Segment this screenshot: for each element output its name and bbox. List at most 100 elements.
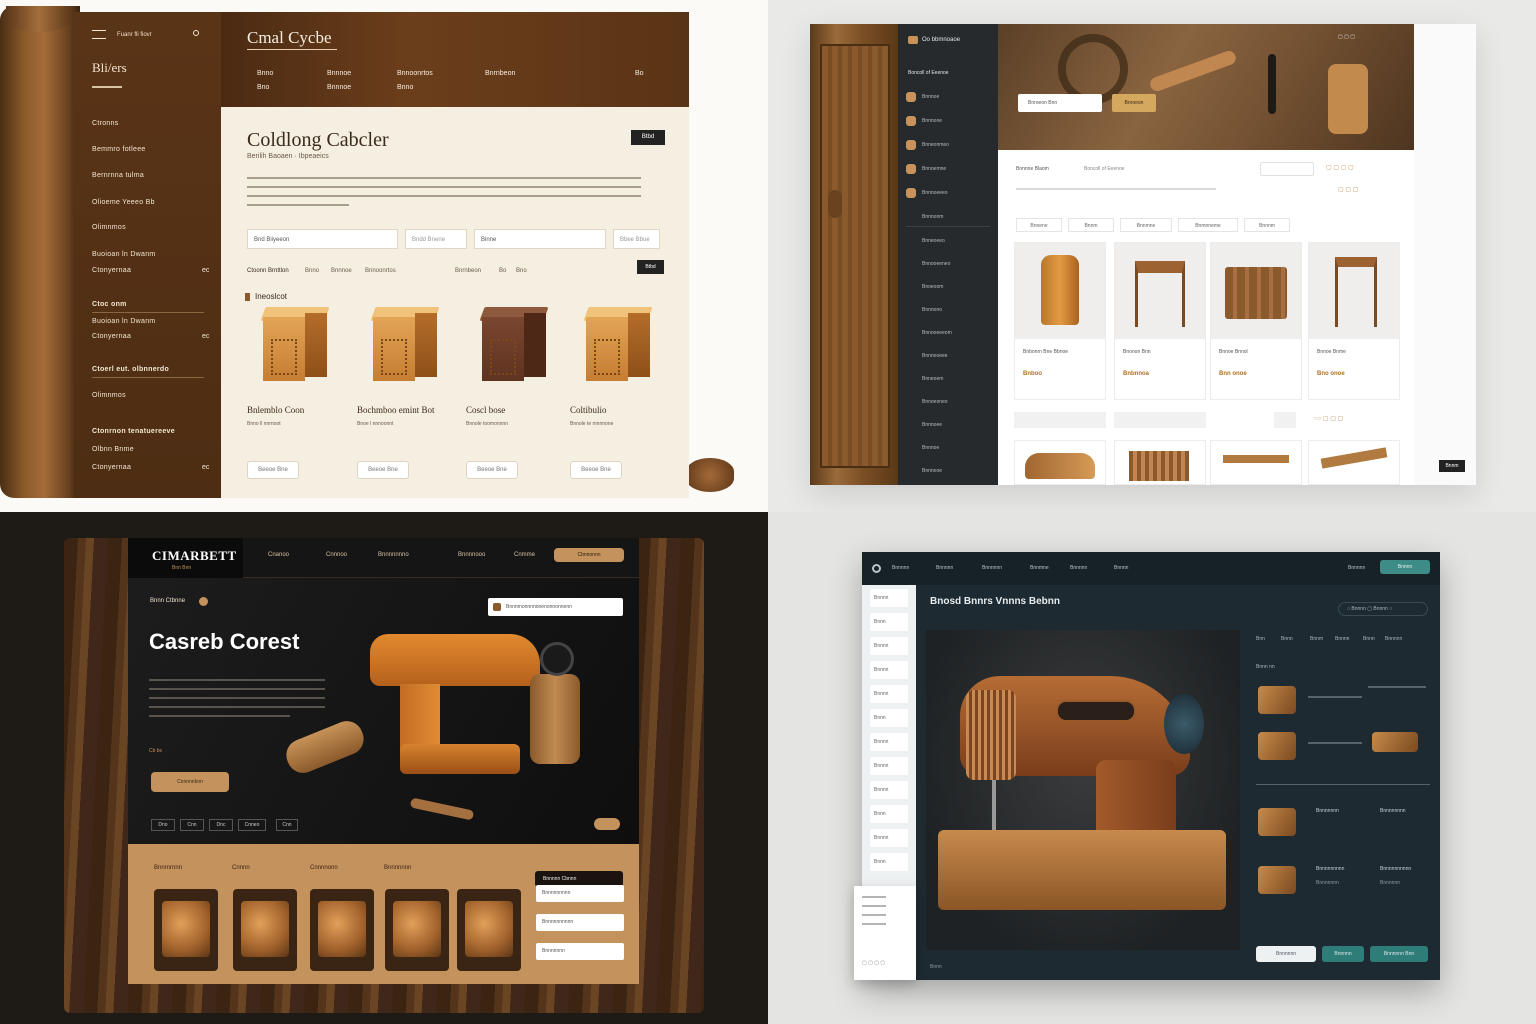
filter-pill[interactable] xyxy=(1274,412,1296,428)
filter-4[interactable]: Bo xyxy=(499,268,506,274)
brand-title[interactable]: Cmal Cycbe xyxy=(247,28,332,48)
product-name[interactable]: Coltibulio xyxy=(570,405,607,415)
header-nav-top[interactable]: Fuanr fli fiovr xyxy=(117,32,152,38)
tab-4[interactable]: Bnnnm xyxy=(1244,218,1290,232)
hero-toggle[interactable] xyxy=(594,818,620,830)
product-card[interactable]: Bnonon Bnn Bnbnnoa xyxy=(1114,242,1206,400)
filter-0[interactable]: Bnno xyxy=(305,268,319,274)
search-input[interactable] xyxy=(1260,162,1314,176)
side-item[interactable]: Bnnooeeneo xyxy=(922,261,950,267)
popout-icons[interactable]: ▢ ▢ ▢ ▢ xyxy=(862,960,885,966)
filter-1[interactable]: Bnnnoe xyxy=(331,268,352,274)
tab-2[interactable]: Bnnmne xyxy=(1120,218,1172,232)
hero-nav-icons[interactable]: ▢ ▢ ▢ xyxy=(1338,34,1355,40)
side-item[interactable]: Bnnoemne xyxy=(922,166,946,172)
action-button-1[interactable]: Bnnnnnn xyxy=(1256,946,1316,962)
toolbar-icons[interactable]: ▢ ▢ ▢ ▢ xyxy=(1326,164,1354,171)
side-item-3[interactable]: Bnnnn xyxy=(870,661,908,679)
sidebar-item-3[interactable]: Olioeme Yeeeo Bb xyxy=(92,199,155,206)
nav-item-0[interactable]: Bnnnnn xyxy=(892,565,909,571)
product-card[interactable]: Bochmboo emint Bot Bnoe l nnnoonnt Beeoe… xyxy=(357,307,457,479)
side-item[interactable]: Bnoeoom xyxy=(922,284,943,290)
side-item[interactable]: Bnnnooe xyxy=(922,118,942,124)
side-icon[interactable] xyxy=(906,188,916,198)
field-1[interactable]: Bnnnnnnnnnn xyxy=(536,914,624,931)
side-item-1[interactable]: Bnnn xyxy=(870,613,908,631)
product-card[interactable] xyxy=(1308,440,1400,485)
item-name[interactable]: Bnnnnnnnnnn xyxy=(1380,866,1411,872)
hero-button-1[interactable]: Bnroeon Bnn xyxy=(1018,94,1102,112)
side-item[interactable]: Bnnnoee xyxy=(922,422,942,428)
section2-line-2[interactable]: Ctonyernaa xyxy=(92,333,131,340)
filter-pill[interactable] xyxy=(1014,412,1106,428)
sidebar-item-6[interactable]: Ctonyernaa xyxy=(92,267,131,274)
product-button[interactable]: Beeoe Bne xyxy=(247,461,299,479)
nav-item-3[interactable]: Bnnnnooo xyxy=(458,552,485,558)
side-icon[interactable] xyxy=(906,92,916,102)
nav-item-1[interactable]: Bnnnnn xyxy=(936,565,953,571)
tab-5[interactable]: Bnnnnn xyxy=(1385,636,1402,642)
side-icon[interactable] xyxy=(906,164,916,174)
product-card[interactable] xyxy=(1014,440,1106,485)
side-item-7[interactable]: Bnnnn xyxy=(870,757,908,775)
cta-button[interactable]: Btbd xyxy=(631,130,665,145)
side-item[interactable]: Bnnnoe xyxy=(922,445,939,451)
nav-item-2[interactable]: Bnnnnnnno xyxy=(378,552,409,558)
section3-line-1[interactable]: Olimnmos xyxy=(92,392,126,399)
product-card[interactable]: Coscl bose Bnnole toomonnnn Beeoe Bne xyxy=(466,307,566,479)
item-thumb[interactable] xyxy=(1258,732,1296,760)
product-tile[interactable] xyxy=(154,889,218,971)
item-thumb[interactable] xyxy=(1258,866,1296,894)
product-card[interactable]: Coltibulio Bnnole te mnnnone Beeoe Bne xyxy=(570,307,670,479)
nav-item-2[interactable]: Bnnoonrtos xyxy=(397,70,433,77)
nav-item-4[interactable]: Bnnnnn xyxy=(1070,565,1087,571)
nav-item-5[interactable]: Bnnnn xyxy=(1114,565,1128,571)
hamburger-icon[interactable] xyxy=(92,30,106,39)
filter-3[interactable]: Bnrnbeon xyxy=(455,268,481,274)
input-field-2[interactable]: Binne xyxy=(474,229,606,249)
tab-1[interactable]: Bnnn xyxy=(1281,636,1293,642)
mini-tab-1[interactable]: Cnn xyxy=(180,819,204,831)
side-item-10[interactable]: Bnnnn xyxy=(870,829,908,847)
nav-item-4[interactable]: Bo xyxy=(635,70,644,77)
tab-2[interactable]: Bnnm xyxy=(1310,636,1323,642)
hero-button[interactable]: Cnnnnnbnn xyxy=(151,772,229,792)
item-thumb[interactable] xyxy=(1372,732,1418,752)
sidebar-logo[interactable]: Bli/ers xyxy=(92,60,127,76)
hero-button-2[interactable]: Bnroeon xyxy=(1112,94,1156,112)
side-item-9[interactable]: Bnnn xyxy=(870,805,908,823)
product-card[interactable]: Bnnoe Bnnol Bnn onoe xyxy=(1210,242,1302,400)
nav-item-4[interactable]: Cnmme xyxy=(514,552,535,558)
sidebar-item-2[interactable]: Bernrnna tulma xyxy=(92,172,144,179)
side-item[interactable]: Bnnnooe xyxy=(922,468,942,474)
product-card[interactable] xyxy=(1114,440,1206,485)
action-button-2[interactable]: Bnnnnn xyxy=(1322,946,1364,962)
side-item-5[interactable]: Bnnn xyxy=(870,709,908,727)
tab-0[interactable]: Bnnene xyxy=(1016,218,1062,232)
side-item-2[interactable]: Bnnnn xyxy=(870,637,908,655)
search-box[interactable]: Bnnnmonnnnonenonnonnenn xyxy=(488,598,623,616)
mini-tab-0[interactable]: Dno xyxy=(151,819,175,831)
nav-item-5[interactable]: Bno xyxy=(257,84,269,91)
item-name[interactable]: Bnnnnnnn xyxy=(1316,808,1339,814)
side-icon[interactable] xyxy=(906,140,916,150)
sidebar-item-4[interactable]: Olimnmos xyxy=(92,224,126,231)
nav-item-3[interactable]: Bnnmne xyxy=(1030,565,1049,571)
side-item[interactable]: Bnneoeeo xyxy=(922,238,945,244)
mini-tab-2[interactable]: Dnc xyxy=(209,819,233,831)
side-item[interactable]: Bnnooeeeom xyxy=(922,330,952,336)
product-tile[interactable] xyxy=(385,889,449,971)
side-icon[interactable] xyxy=(906,116,916,126)
nav-item-6[interactable]: Bnnnoe xyxy=(327,84,351,91)
filter-pill[interactable] xyxy=(1114,412,1206,428)
nav-user[interactable]: Bnnnnn xyxy=(1348,565,1365,571)
brand-text[interactable]: Oo bbmnoaoe xyxy=(922,37,960,43)
input-field-3[interactable]: Bbee Bbue xyxy=(613,229,660,249)
side-item-6[interactable]: Bnnnn xyxy=(870,733,908,751)
side-item[interactable]: Bnnnoe xyxy=(922,94,939,100)
tab-3[interactable]: Bnnnn xyxy=(1335,636,1349,642)
product-button[interactable]: Beeoe Bne xyxy=(466,461,518,479)
product-card[interactable]: Bnlemblo Coon Bnno ll nnrnoot Beeoe Bne xyxy=(247,307,347,479)
nav-item-0[interactable]: Cnanoo xyxy=(268,552,289,558)
product-name[interactable]: Bnlemblo Coon xyxy=(247,405,304,415)
